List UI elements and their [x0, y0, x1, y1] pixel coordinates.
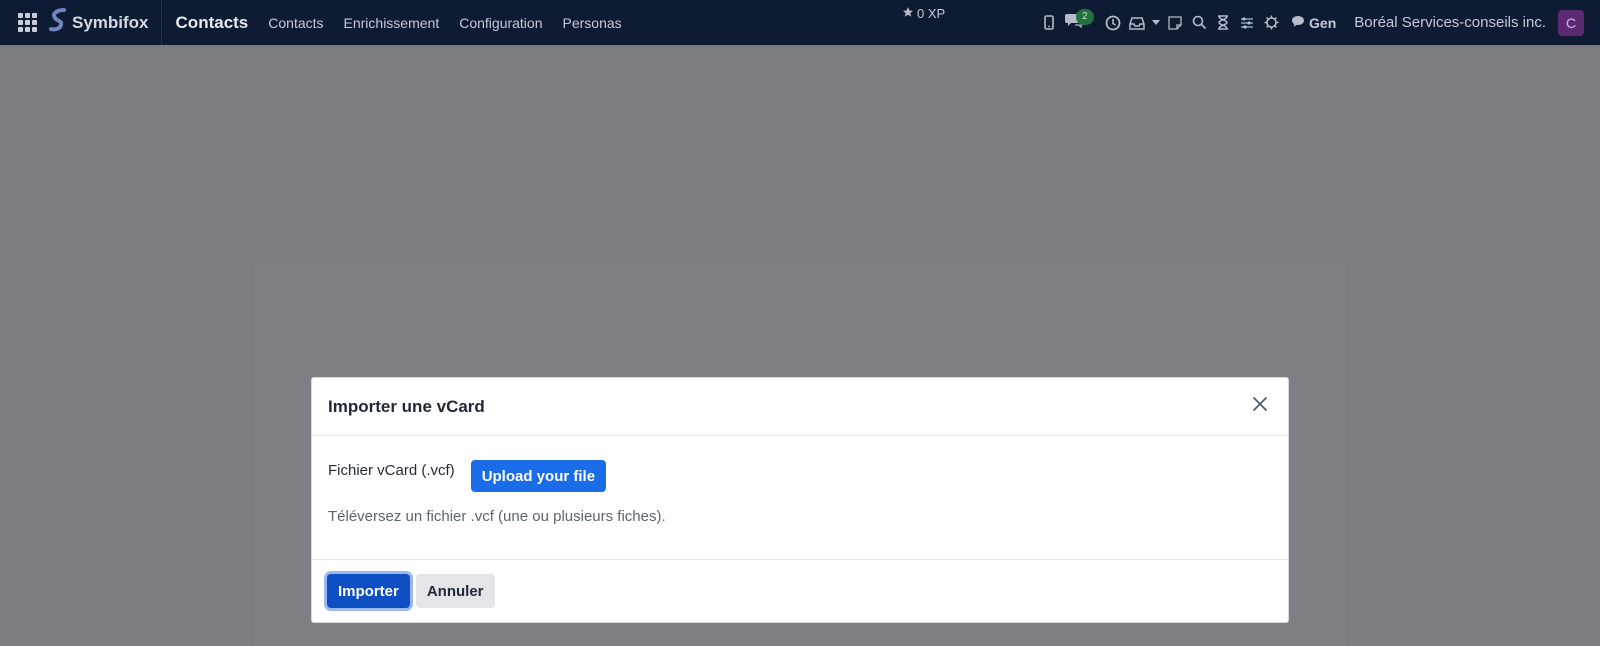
systray: 2 Gen Boréal Services-conseils inc. C [1037, 0, 1600, 45]
chat-button[interactable]: 2 [1061, 0, 1101, 45]
upload-hint: Téléversez un fichier .vcf (une ou plusi… [328, 508, 666, 525]
sliders-icon[interactable] [1235, 0, 1259, 45]
brand[interactable]: Symbifox [48, 0, 162, 45]
caret-down-icon[interactable] [1149, 0, 1163, 45]
clock-icon[interactable] [1101, 0, 1125, 45]
company-switcher[interactable]: Boréal Services-conseils inc. [1354, 14, 1546, 31]
dialog-header: Importer une vCard [312, 378, 1288, 436]
dialog-title: Importer une vCard [328, 396, 485, 416]
search-icon[interactable] [1187, 0, 1211, 45]
hourglass-icon[interactable] [1211, 0, 1235, 45]
xp-counter[interactable]: 0 XP [902, 6, 945, 21]
gen-label: Gen [1309, 14, 1337, 31]
app-title[interactable]: Contacts [176, 13, 249, 33]
speech-bubble-icon [1291, 15, 1305, 31]
menu-item-enrichissement[interactable]: Enrichissement [344, 15, 440, 31]
chat-count-badge: 2 [1076, 9, 1094, 25]
import-vcard-dialog: Importer une vCard Fichier vCard (.vcf) … [311, 377, 1289, 623]
xp-value: 0 XP [917, 6, 946, 21]
cancel-button[interactable]: Annuler [415, 574, 495, 608]
close-icon [1252, 396, 1268, 417]
close-button[interactable] [1248, 395, 1272, 419]
upload-file-button[interactable]: Upload your file [470, 460, 607, 492]
note-icon[interactable] [1163, 0, 1187, 45]
apps-grid-icon [17, 13, 37, 32]
avatar[interactable]: C [1558, 9, 1584, 36]
top-navbar: Symbifox Contacts Contacts Enrichissemen… [0, 0, 1600, 45]
menu-item-configuration[interactable]: Configuration [459, 15, 542, 31]
gear-icon[interactable] [1259, 0, 1283, 45]
dialog-footer: Importer Annuler [312, 560, 1288, 622]
gen-button[interactable]: Gen [1291, 15, 1336, 31]
apps-menu-button[interactable] [6, 0, 48, 45]
phone-icon[interactable] [1037, 0, 1061, 45]
dialog-body: Fichier vCard (.vcf) Upload your file Té… [312, 436, 1288, 560]
vcard-file-field: Fichier vCard (.vcf) Upload your file [328, 460, 1272, 492]
menu-item-personas[interactable]: Personas [563, 15, 622, 31]
menu-item-contacts[interactable]: Contacts [268, 15, 323, 31]
star-icon [902, 6, 914, 21]
inbox-icon[interactable] [1125, 0, 1149, 45]
symbifox-logo-icon [48, 8, 68, 37]
brand-name: Symbifox [72, 12, 149, 32]
import-button[interactable]: Importer [327, 574, 410, 608]
vcard-file-label: Fichier vCard (.vcf) [328, 462, 455, 479]
